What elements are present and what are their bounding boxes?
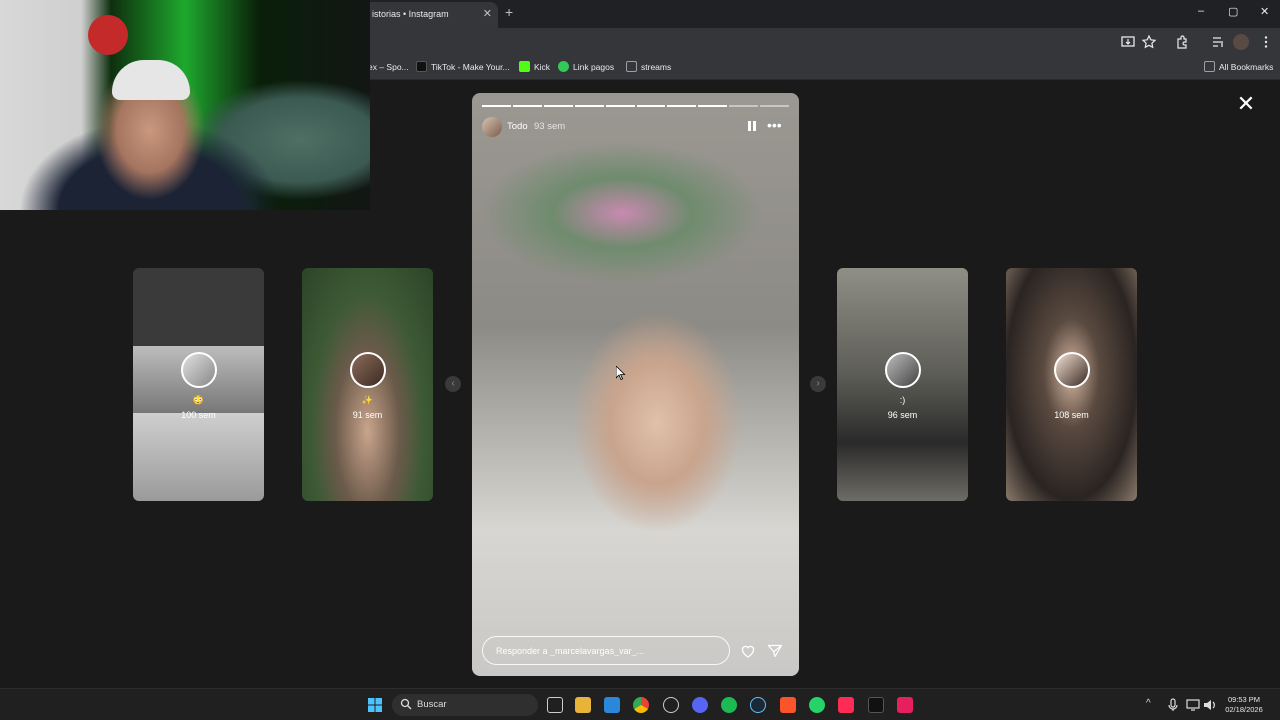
progress-segment [512, 105, 542, 107]
tab-close-icon[interactable]: ✕ [483, 2, 492, 26]
browser-menu-icon[interactable] [1258, 34, 1274, 50]
story-preview-username: :) [899, 395, 906, 405]
avatar [349, 352, 386, 388]
progress-segment [543, 105, 573, 107]
progress-segment [698, 105, 728, 107]
windows-taskbar: Buscar ^ 09:53 PM 02/18/2026 [0, 688, 1280, 720]
story-preview-2[interactable]: ✨ 91 sem [302, 268, 433, 501]
profile-avatar[interactable] [1233, 34, 1249, 50]
story-preview-username: ✨ [361, 395, 374, 405]
tiktok-icon [416, 61, 427, 72]
previous-story-button[interactable]: ‹ [445, 376, 461, 392]
story-preview-time: 91 sem [352, 410, 383, 420]
pause-icon[interactable] [746, 120, 758, 132]
send-icon[interactable] [767, 643, 783, 659]
reply-input[interactable] [482, 636, 730, 665]
system-clock[interactable]: 09:53 PM 02/18/2026 [1220, 695, 1268, 715]
avatar [1053, 352, 1090, 388]
chrome-icon[interactable] [633, 697, 649, 713]
progress-segment [482, 105, 511, 107]
kick-icon [519, 61, 530, 72]
maximize-button[interactable]: ▢ [1228, 5, 1238, 18]
tab-title: istorias • Instagram [372, 9, 449, 19]
capcut-icon[interactable] [868, 697, 884, 713]
bookmark-tiktok[interactable]: TikTok - Make Your... [416, 60, 510, 74]
story-preview-time: 100 sem [181, 410, 216, 420]
streamer-hair [112, 60, 190, 100]
all-bookmarks-folder[interactable]: All Bookmarks [1204, 60, 1273, 74]
progress-segment [605, 105, 635, 107]
bookmark-link-pagos[interactable]: Link pagos [558, 60, 614, 74]
progress-segment [574, 105, 604, 107]
story-preview-time: 96 sem [887, 410, 918, 420]
clock-time: 09:53 PM [1227, 695, 1261, 704]
steam-icon[interactable] [750, 697, 766, 713]
folder-icon [626, 61, 637, 72]
heart-icon[interactable] [740, 643, 756, 659]
story-avatar[interactable] [482, 117, 502, 137]
story-preview-time: 108 sem [1054, 410, 1089, 420]
story-progress-bar [482, 105, 790, 107]
avatar [884, 352, 921, 388]
headset [88, 15, 128, 55]
windows-start-icon[interactable] [367, 697, 383, 713]
avatar [180, 352, 217, 388]
next-story-button[interactable]: › [810, 376, 826, 392]
more-options-icon[interactable]: ••• [767, 117, 782, 133]
new-tab-button[interactable]: + [505, 4, 513, 20]
microphone-icon[interactable] [1165, 697, 1181, 713]
story-preview-1[interactable]: 😳 100 sem [133, 268, 264, 501]
progress-segment [760, 105, 790, 107]
streamer-webcam [0, 0, 370, 210]
store-icon[interactable] [604, 697, 620, 713]
search-label: Buscar [417, 699, 447, 710]
bookmark-kick[interactable]: Kick [519, 60, 550, 74]
adobe-icon[interactable] [897, 697, 913, 713]
file-explorer-icon[interactable] [575, 697, 591, 713]
story-preview-3[interactable]: :) 96 sem [837, 268, 968, 501]
install-app-icon[interactable] [1120, 34, 1136, 50]
app-icon[interactable] [663, 697, 679, 713]
close-stories-icon[interactable]: ✕ [1236, 93, 1256, 115]
task-view-icon[interactable] [547, 697, 563, 713]
story-timestamp: 93 sem [534, 121, 566, 132]
search-icon [400, 698, 412, 710]
tray-overflow-icon[interactable]: ^ [1146, 698, 1151, 709]
discord-icon[interactable] [692, 697, 708, 713]
tab-instagram-stories[interactable]: istorias • Instagram ✕ [362, 2, 498, 28]
taskbar-search[interactable]: Buscar [392, 694, 538, 716]
network-icon[interactable] [1185, 697, 1201, 713]
link-pagos-icon [558, 61, 569, 72]
minimize-button[interactable]: – [1198, 5, 1204, 17]
media-controls-icon[interactable] [1210, 34, 1226, 50]
whatsapp-icon[interactable] [809, 697, 825, 713]
mouse-cursor-icon [616, 366, 626, 380]
brave-icon[interactable] [780, 697, 796, 713]
bookmark-spotify[interactable]: ex – Spo... [368, 60, 409, 74]
story-preview-4[interactable]: 108 sem [1006, 268, 1137, 501]
story-username[interactable]: Todo [507, 121, 528, 132]
active-story[interactable]: Todo 93 sem ••• [472, 93, 799, 676]
progress-segment [636, 105, 666, 107]
bookmark-star-icon[interactable] [1141, 34, 1157, 50]
close-window-button[interactable]: ✕ [1260, 5, 1269, 18]
bookmark-streams-folder[interactable]: streams [626, 60, 671, 74]
folder-icon [1204, 61, 1215, 72]
progress-segment [729, 105, 759, 107]
extensions-icon[interactable] [1174, 34, 1190, 50]
spotify-icon[interactable] [721, 697, 737, 713]
volume-icon[interactable] [1202, 697, 1218, 713]
progress-segment [667, 105, 697, 107]
clock-date: 02/18/2026 [1225, 705, 1263, 714]
tiktok-icon[interactable] [838, 697, 854, 713]
story-preview-emoji: 😳 [192, 395, 205, 405]
